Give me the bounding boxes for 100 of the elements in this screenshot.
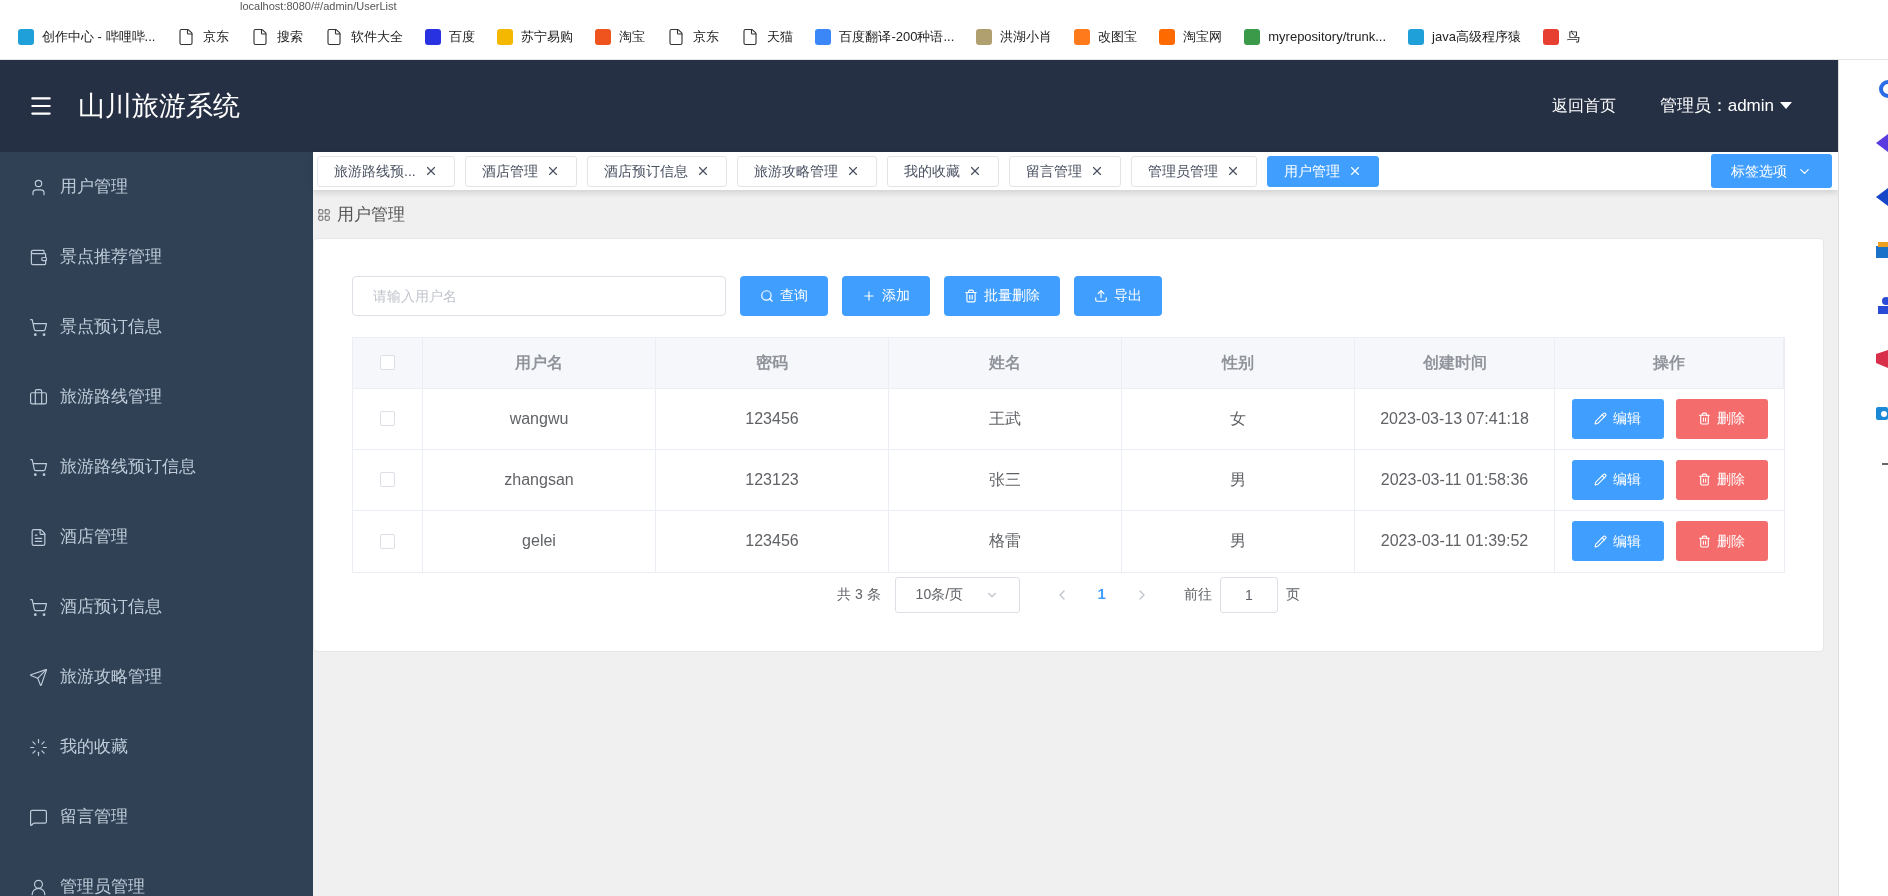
- column-header: 操作: [1653, 352, 1685, 373]
- pencil-icon: [1594, 534, 1607, 548]
- table-cell-text: wangwu: [509, 408, 569, 429]
- user-menu[interactable]: 管理员：admin: [1659, 93, 1792, 119]
- column-header: 性别: [1222, 352, 1254, 373]
- checkbox[interactable]: [380, 411, 395, 426]
- sidebar-item[interactable]: 景点预订信息: [0, 292, 313, 362]
- page-tab[interactable]: 我的收藏: [886, 155, 999, 187]
- page-icon: [741, 27, 760, 46]
- bookmark-link[interactable]: 洪湖小肖: [1000, 26, 1053, 47]
- page-icon: [177, 27, 196, 46]
- breadcrumb: 用户管理: [337, 204, 405, 226]
- table-cell-text: gelei: [522, 531, 556, 551]
- bookmark-link[interactable]: 创作中心 - 哔哩哔...: [42, 26, 156, 47]
- diamond-icon: [1876, 188, 1888, 206]
- page-suffix: 页: [1285, 585, 1300, 604]
- home-link[interactable]: 返回首页: [1551, 94, 1616, 118]
- table-cell-text: 男: [1230, 469, 1246, 490]
- send-icon: [29, 667, 48, 687]
- shield-icon: [1876, 350, 1888, 368]
- bookmark-link[interactable]: 苏宁易购: [521, 26, 574, 47]
- page-tab[interactable]: 旅游路线预...: [317, 155, 455, 187]
- diamond-icon: [1876, 134, 1888, 152]
- sidebar-item[interactable]: 酒店管理: [0, 502, 313, 572]
- bookmark-link[interactable]: 百度: [449, 26, 476, 47]
- search-field[interactable]: 请输入用户名: [352, 275, 726, 316]
- grid-icon: [317, 207, 331, 222]
- trash-icon: [1698, 534, 1711, 548]
- page-tab[interactable]: 留言管理: [1008, 155, 1121, 187]
- table-cell-text: 格雷: [989, 531, 1021, 551]
- column-header: 创建时间: [1422, 352, 1487, 373]
- page-tab[interactable]: 管理员管理: [1130, 155, 1257, 187]
- table-cell-text: 123456: [745, 531, 799, 551]
- checkbox[interactable]: [380, 472, 395, 487]
- table-cell-text: 2023-03-11 01:39:52: [1380, 531, 1529, 551]
- pencil-icon: [1594, 412, 1607, 425]
- bookmark-link[interactable]: java高级程序猿: [1432, 26, 1521, 47]
- column-header: 用户名: [515, 352, 563, 373]
- bookmark-link[interactable]: 百度翻译-200种语...: [839, 26, 955, 47]
- page-tab[interactable]: 旅游攻略管理: [736, 155, 877, 187]
- column-header: 密码: [756, 352, 788, 373]
- trash-icon: [1698, 473, 1711, 486]
- total-count: 共 3 条: [837, 585, 881, 604]
- bookmark-link[interactable]: 软件大全: [351, 26, 404, 47]
- wallet-icon: [29, 247, 48, 267]
- bookmark-link[interactable]: 天猫: [767, 26, 794, 47]
- page-icon: [325, 27, 344, 46]
- checkbox[interactable]: [380, 533, 395, 549]
- person-icon: [1876, 296, 1888, 314]
- sidebar-item[interactable]: 用户管理: [0, 152, 313, 222]
- table-cell-text: 女: [1230, 408, 1246, 429]
- bookmark-link[interactable]: 淘宝: [619, 26, 646, 47]
- briefcase-icon: [29, 387, 48, 407]
- bookmark-link[interactable]: 京东: [693, 26, 720, 47]
- cart-icon: [29, 457, 48, 477]
- sidebar-item[interactable]: 我的收藏: [0, 712, 313, 782]
- sidebar-item[interactable]: 酒店预订信息: [0, 572, 313, 642]
- document-icon: [29, 527, 48, 547]
- table-cell-text: 2023-03-11 01:58:36: [1380, 469, 1529, 490]
- goto-label: 前往: [1183, 585, 1212, 604]
- checkbox[interactable]: [380, 355, 395, 370]
- user-icon: [29, 177, 48, 197]
- table-cell-text: 123123: [745, 469, 799, 490]
- sidebar-item[interactable]: 旅游攻略管理: [0, 642, 313, 712]
- sidebar-item[interactable]: 景点推荐管理: [0, 222, 313, 292]
- bookmark-link[interactable]: myrepository/trunk...: [1268, 26, 1386, 47]
- upload-icon: [1094, 288, 1108, 303]
- search-icon: [760, 288, 774, 303]
- pencil-icon: [1594, 473, 1607, 486]
- page-tab[interactable]: 酒店管理: [464, 155, 577, 187]
- bookmark-link[interactable]: 搜索: [277, 26, 304, 47]
- bag-icon: [1876, 242, 1888, 260]
- sidebar-item[interactable]: 留言管理: [0, 782, 313, 852]
- table-cell-text: 2023-03-13 07:41:18: [1380, 408, 1529, 429]
- column-header: 姓名: [989, 352, 1021, 373]
- table-cell-text: 张三: [989, 469, 1021, 490]
- bookmark-link[interactable]: 淘宝网: [1183, 26, 1223, 47]
- table-cell-text: 男: [1230, 531, 1246, 551]
- table-cell-text: 王武: [989, 408, 1021, 429]
- address-field[interactable]: localhost:8080/#/admin/UserList: [240, 0, 397, 12]
- sidebar-item[interactable]: 旅游路线预订信息: [0, 432, 313, 502]
- sidebar-item[interactable]: 旅游路线管理: [0, 362, 313, 432]
- app-title: 山川旅游系统: [78, 89, 240, 123]
- table-cell-text: zhangsan: [504, 469, 574, 490]
- bookmark-link[interactable]: 鸟: [1566, 26, 1580, 47]
- trash-icon: [1698, 412, 1711, 425]
- bookmark-link[interactable]: 京东: [203, 26, 230, 47]
- page-icon: [251, 27, 270, 46]
- sidebar-item[interactable]: 管理员管理: [0, 852, 313, 896]
- page-size-select[interactable]: 10条/页: [894, 576, 1020, 613]
- page-input[interactable]: 1: [1219, 576, 1278, 613]
- bookmark-link[interactable]: 改图宝: [1098, 26, 1138, 47]
- caret-icon: [1780, 102, 1792, 110]
- loader-icon: [29, 737, 48, 757]
- message-icon: [29, 807, 48, 827]
- user-icon: [29, 877, 48, 896]
- page-icon: [667, 27, 686, 46]
- trash-icon: [964, 288, 978, 303]
- cart-icon: [29, 317, 48, 337]
- page-tab[interactable]: 酒店预订信息: [586, 155, 727, 187]
